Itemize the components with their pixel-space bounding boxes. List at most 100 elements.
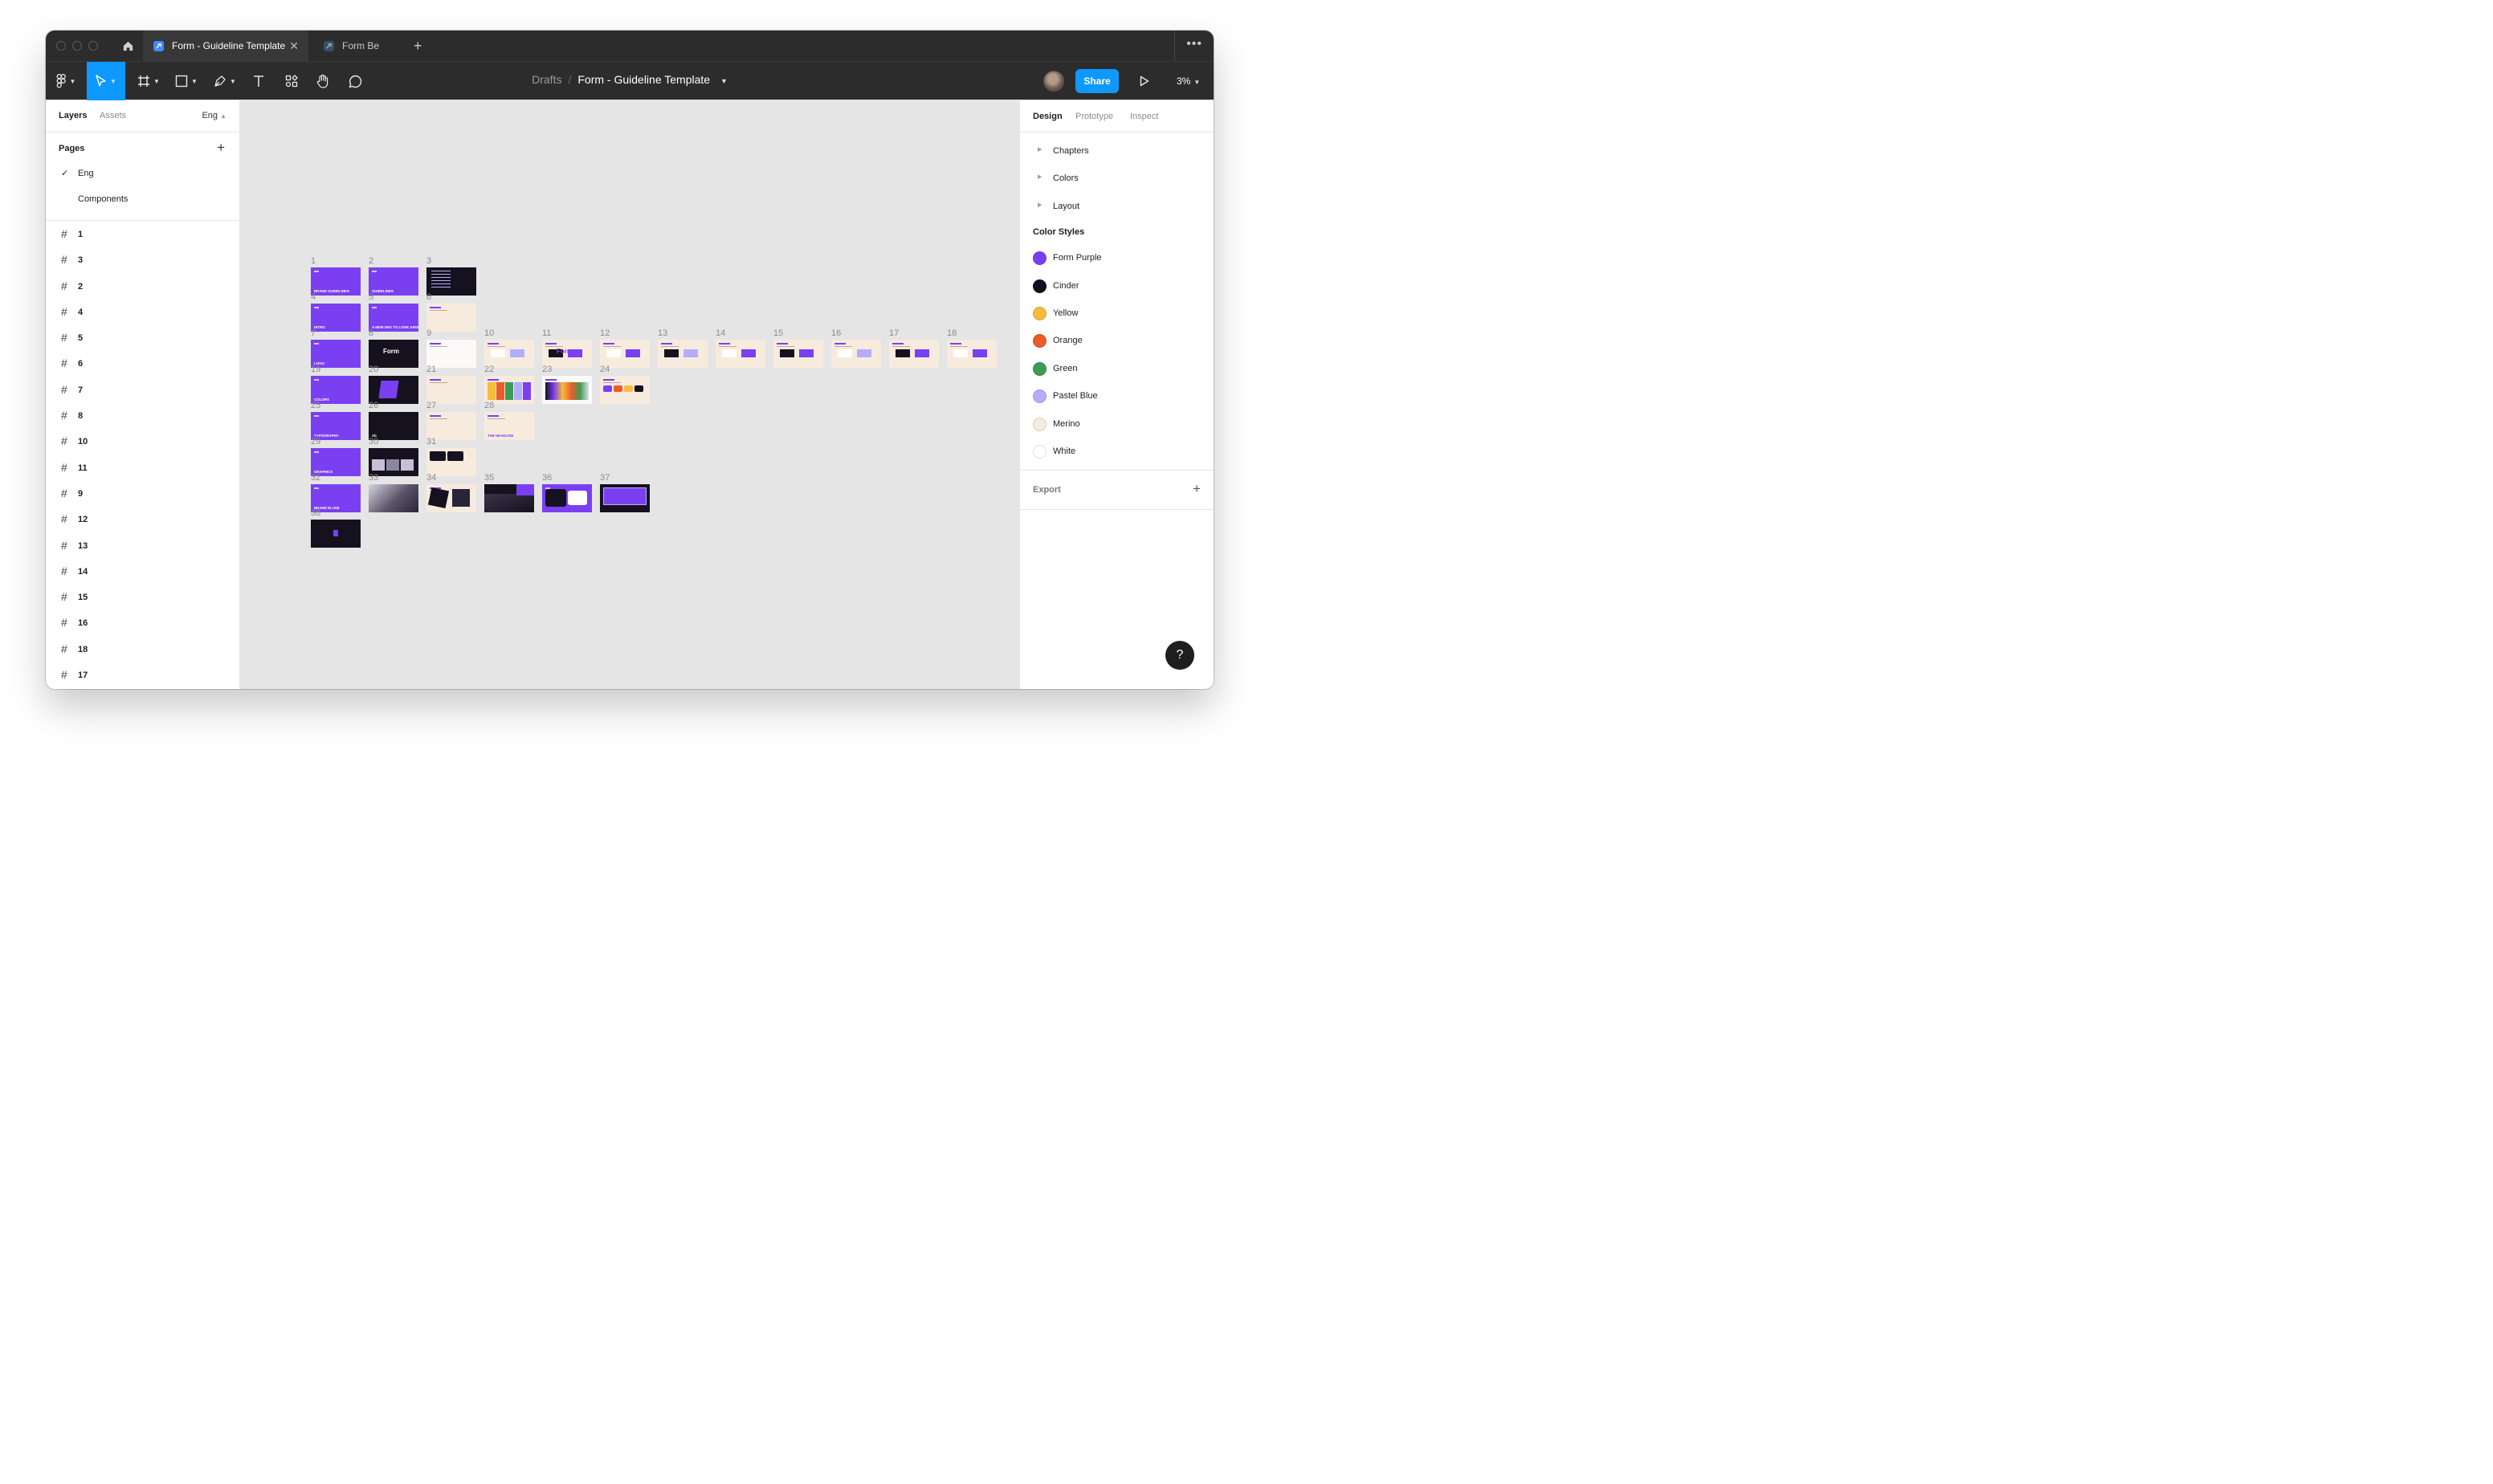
layer-item[interactable]: #9 bbox=[46, 481, 239, 507]
home-button[interactable] bbox=[113, 31, 143, 61]
comment-tool[interactable] bbox=[344, 62, 366, 100]
canvas-frame[interactable] bbox=[426, 267, 476, 296]
layer-item[interactable]: #11 bbox=[46, 455, 239, 481]
layer-item[interactable]: #13 bbox=[46, 533, 239, 559]
close-tab-icon[interactable]: ✕ bbox=[289, 39, 299, 52]
canvas-frame[interactable]: A NEW WAY TO LOOK AROUND YOU bbox=[369, 304, 418, 332]
layer-item[interactable]: #15 bbox=[46, 585, 239, 610]
color-style-item[interactable]: Cinder bbox=[1020, 272, 1214, 300]
add-page-button[interactable]: + bbox=[217, 140, 225, 156]
canvas-frame[interactable] bbox=[426, 304, 476, 332]
canvas-frame[interactable]: GUIDELINES bbox=[369, 267, 418, 296]
canvas-frame[interactable] bbox=[947, 340, 997, 368]
avatar[interactable] bbox=[1043, 71, 1064, 92]
canvas-frame[interactable] bbox=[773, 340, 823, 368]
tab-assets[interactable]: Assets bbox=[100, 111, 126, 120]
color-style-item[interactable]: Yellow bbox=[1020, 300, 1214, 327]
close-window-button[interactable] bbox=[56, 41, 66, 51]
canvas-frame[interactable] bbox=[426, 412, 476, 440]
canvas-frame[interactable] bbox=[831, 340, 881, 368]
canvas-frame[interactable] bbox=[426, 376, 476, 404]
color-style-item[interactable]: Merino bbox=[1020, 410, 1214, 438]
canvas-frame[interactable]: GRAPHICS bbox=[311, 448, 361, 476]
layer-item[interactable]: #17 bbox=[46, 662, 239, 688]
hand-tool[interactable] bbox=[312, 62, 334, 100]
canvas-frame[interactable] bbox=[889, 340, 939, 368]
frame-tool[interactable]: ▼ bbox=[133, 62, 165, 100]
layer-item[interactable]: #18 bbox=[46, 637, 239, 662]
canvas-frame[interactable] bbox=[600, 340, 650, 368]
canvas-frame[interactable] bbox=[369, 448, 418, 476]
layer-item[interactable]: #16 bbox=[46, 610, 239, 636]
layer-item[interactable]: #10 bbox=[46, 429, 239, 455]
tab-form-guideline-template[interactable]: Form - Guideline Template ✕ bbox=[143, 31, 308, 61]
canvas-frame[interactable] bbox=[658, 340, 708, 368]
canvas-frame[interactable] bbox=[600, 376, 650, 404]
canvas-frame[interactable]: INTRO bbox=[311, 304, 361, 332]
breadcrumb-drafts[interactable]: Drafts bbox=[532, 73, 561, 86]
present-button[interactable] bbox=[1133, 62, 1156, 100]
canvas-frame[interactable]: COLORS bbox=[311, 376, 361, 404]
canvas-frame[interactable]: TYPOGRAPHY bbox=[311, 412, 361, 440]
help-button[interactable]: ? bbox=[1165, 641, 1194, 670]
pen-tool[interactable]: ▼ bbox=[209, 62, 241, 100]
canvas-frame[interactable] bbox=[542, 484, 592, 512]
canvas-frame[interactable]: BRAND GUIDELINES bbox=[311, 267, 361, 296]
canvas-frame[interactable] bbox=[426, 484, 476, 512]
new-tab-button[interactable]: + bbox=[414, 38, 422, 55]
canvas-frame[interactable] bbox=[426, 448, 476, 476]
color-style-item[interactable]: White bbox=[1020, 438, 1214, 465]
color-style-item[interactable]: Pastel Blue bbox=[1020, 382, 1214, 410]
canvas-frame[interactable] bbox=[484, 376, 534, 404]
tab-form-be[interactable]: Form Be bbox=[324, 31, 404, 61]
layer-item[interactable]: #14 bbox=[46, 559, 239, 585]
maximize-window-button[interactable] bbox=[88, 41, 98, 51]
color-style-item[interactable]: Green bbox=[1020, 355, 1214, 382]
canvas-frame[interactable]: Ab bbox=[369, 412, 418, 440]
canvas[interactable]: 1 BRAND GUIDELINES 2 GUIDELINES 3 4 INTRO 5 A NE… bbox=[240, 100, 1019, 689]
canvas-frame[interactable] bbox=[484, 484, 534, 512]
canvas-frame[interactable] bbox=[369, 484, 418, 512]
canvas-frame[interactable]: THE HEADLINE bbox=[484, 412, 534, 440]
layer-item[interactable]: #2 bbox=[46, 274, 239, 300]
file-name[interactable]: Form - Guideline Template bbox=[577, 73, 710, 86]
tab-design[interactable]: Design bbox=[1033, 112, 1063, 121]
tab-layers[interactable]: Layers bbox=[59, 111, 87, 120]
layer-item[interactable]: #7 bbox=[46, 377, 239, 403]
canvas-frame[interactable] bbox=[542, 376, 592, 404]
more-menu-icon[interactable]: ••• bbox=[1186, 37, 1202, 51]
page-item-eng[interactable]: ✓ Eng bbox=[46, 161, 239, 187]
page-selector[interactable]: Eng ▲ bbox=[202, 111, 226, 120]
layer-item[interactable]: #3 bbox=[46, 247, 239, 273]
resources-tool[interactable] bbox=[280, 62, 303, 100]
canvas-frame[interactable]: Form bbox=[542, 340, 592, 368]
canvas-frame[interactable] bbox=[600, 484, 650, 512]
canvas-frame[interactable]: LOGO bbox=[311, 340, 361, 368]
main-menu-button[interactable]: ▼ bbox=[52, 62, 80, 100]
layer-item[interactable]: #4 bbox=[46, 300, 239, 325]
shape-tool[interactable]: ▼ bbox=[170, 62, 202, 100]
share-button[interactable]: Share bbox=[1075, 69, 1119, 93]
tab-prototype[interactable]: Prototype bbox=[1075, 112, 1113, 121]
style-group-layout[interactable]: ▶ Layout bbox=[1020, 193, 1214, 220]
layer-item[interactable]: #12 bbox=[46, 507, 239, 532]
zoom-menu[interactable]: 3% ▼ bbox=[1177, 75, 1200, 87]
canvas-frame[interactable]: Form bbox=[369, 340, 418, 368]
layer-item[interactable]: #5 bbox=[46, 325, 239, 351]
canvas-frame[interactable] bbox=[484, 340, 534, 368]
canvas-frame[interactable] bbox=[426, 340, 476, 368]
tab-inspect[interactable]: Inspect bbox=[1130, 112, 1158, 121]
color-style-item[interactable]: Form Purple bbox=[1020, 244, 1214, 271]
layer-item[interactable]: #6 bbox=[46, 351, 239, 377]
canvas-frame[interactable] bbox=[311, 520, 361, 548]
layer-item[interactable]: #1 bbox=[46, 222, 239, 247]
canvas-frame[interactable] bbox=[369, 376, 418, 404]
move-tool[interactable]: ▼ bbox=[87, 62, 125, 100]
minimize-window-button[interactable] bbox=[72, 41, 82, 51]
text-tool[interactable] bbox=[247, 62, 270, 100]
add-export-button[interactable]: + bbox=[1193, 481, 1201, 497]
canvas-frame[interactable] bbox=[716, 340, 765, 368]
page-item-components[interactable]: Components bbox=[46, 187, 239, 213]
style-group-colors[interactable]: ▶ Colors bbox=[1020, 165, 1214, 192]
style-group-chapters[interactable]: ▶ Chapters bbox=[1020, 137, 1214, 165]
